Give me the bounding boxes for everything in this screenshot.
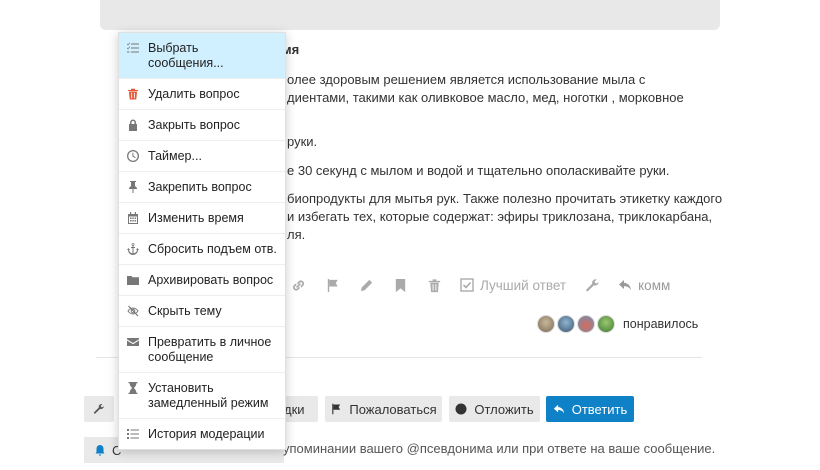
- menu-item-label: История модерации: [148, 427, 265, 441]
- select-list-icon: [127, 42, 141, 56]
- trash-icon[interactable]: [426, 277, 442, 293]
- menu-item-reset-bump[interactable]: Сбросить подъем отв.: [119, 234, 285, 265]
- menu-item-delete-topic[interactable]: Удалить вопрос: [119, 79, 285, 110]
- menu-item-change-time[interactable]: Изменить время: [119, 203, 285, 234]
- menu-item-label: Таймер...: [148, 149, 202, 163]
- reply-button[interactable]: комм: [618, 278, 670, 293]
- clock-icon: [127, 150, 141, 164]
- flag-icon[interactable]: [324, 277, 340, 293]
- menu-item-label: Закрыть вопрос: [148, 118, 240, 132]
- menu-item-label: Закрепить вопрос: [148, 180, 252, 194]
- hourglass-icon: [127, 382, 141, 396]
- menu-item-label: Сбросить подъем отв.: [148, 242, 277, 256]
- reply-topic-button-label: Ответить: [571, 401, 628, 417]
- post-text-line: и избегать тех, которые содержат: эфиры …: [287, 209, 713, 224]
- avatar[interactable]: [537, 315, 555, 333]
- menu-item-close-topic[interactable]: Закрыть вопрос: [119, 110, 285, 141]
- list-icon: [127, 428, 141, 442]
- pin-icon: [127, 181, 141, 195]
- post-text-line: руки.: [287, 134, 318, 149]
- top-header-bar: [100, 0, 720, 30]
- reply-icon: [619, 280, 632, 291]
- menu-item-convert-to-pm[interactable]: Превратить в личное сообщение: [119, 327, 285, 373]
- wrench-icon: [93, 403, 104, 414]
- menu-item-label: Превратить в личное сообщение: [148, 335, 272, 364]
- menu-item-slow-mode[interactable]: Установить замедленный режим: [119, 373, 285, 419]
- folder-icon: [127, 274, 141, 288]
- flag-topic-button[interactable]: Пожаловаться: [325, 396, 442, 422]
- anchor-icon: [127, 243, 141, 257]
- wrench-icon[interactable]: [584, 277, 600, 293]
- flag-icon: [332, 403, 341, 415]
- best-answer-button[interactable]: Лучший ответ: [460, 278, 566, 293]
- bookmarks-button-label: дки: [284, 401, 305, 417]
- calendar-icon: [127, 212, 141, 226]
- menu-item-label: Удалить вопрос: [148, 87, 240, 101]
- envelope-icon: [127, 336, 141, 350]
- menu-item-label: Установить замедленный режим: [148, 381, 269, 410]
- menu-item-timer[interactable]: Таймер...: [119, 141, 285, 172]
- lock-icon: [127, 119, 141, 133]
- avatar[interactable]: [597, 315, 615, 333]
- flag-button-label: Пожаловаться: [349, 401, 437, 417]
- reply-icon: [553, 404, 564, 414]
- menu-item-moderation-history[interactable]: История модерации: [119, 419, 285, 449]
- best-answer-label: Лучший ответ: [480, 277, 567, 293]
- link-icon[interactable]: [290, 277, 306, 293]
- avatar[interactable]: [577, 315, 595, 333]
- post-text-line: е 30 секунд с мылом и водой и тщательно …: [287, 163, 670, 178]
- circle-icon: [455, 403, 467, 415]
- menu-item-label: Скрыть тему: [148, 304, 222, 318]
- defer-button[interactable]: Отложить: [449, 396, 540, 422]
- notification-description: упоминании вашего @псевдонима или при от…: [283, 441, 716, 456]
- menu-item-select-posts[interactable]: Выбрать сообщения...: [119, 33, 285, 79]
- post-text-line: биопродукты для мытья рук. Также полезно…: [287, 191, 723, 206]
- menu-item-pin-topic[interactable]: Закрепить вопрос: [119, 172, 285, 203]
- post-actions-bar: Лучший ответ комм: [290, 274, 670, 296]
- admin-wrench-button[interactable]: [84, 396, 114, 422]
- eye-slash-icon: [127, 305, 141, 319]
- menu-item-label: Архивировать вопрос: [148, 273, 274, 287]
- post-text-line: олее здоровым решением является использо…: [287, 72, 646, 87]
- menu-item-archive-topic[interactable]: Архивировать вопрос: [119, 265, 285, 296]
- post-text-line: ля.: [287, 227, 306, 242]
- admin-actions-menu: Выбрать сообщения... Удалить вопрос Закр…: [118, 32, 286, 450]
- reply-topic-button[interactable]: Ответить: [546, 396, 634, 422]
- reply-label: комм: [638, 277, 671, 293]
- likes-label[interactable]: понравилось: [623, 317, 698, 331]
- menu-item-label: Изменить время: [148, 211, 244, 225]
- likes-row: понравилось: [537, 315, 698, 333]
- checkbox-icon: [460, 278, 474, 292]
- defer-button-label: Отложить: [474, 401, 534, 417]
- bookmark-icon[interactable]: [392, 277, 408, 293]
- bell-icon: [95, 445, 105, 456]
- pencil-icon[interactable]: [358, 277, 374, 293]
- trash-icon: [127, 88, 141, 102]
- post-text-line: диентами, такими как оливковое масло, ме…: [287, 90, 684, 105]
- menu-item-label: Выбрать сообщения...: [148, 41, 224, 70]
- avatar[interactable]: [557, 315, 575, 333]
- menu-item-hide-topic[interactable]: Скрыть тему: [119, 296, 285, 327]
